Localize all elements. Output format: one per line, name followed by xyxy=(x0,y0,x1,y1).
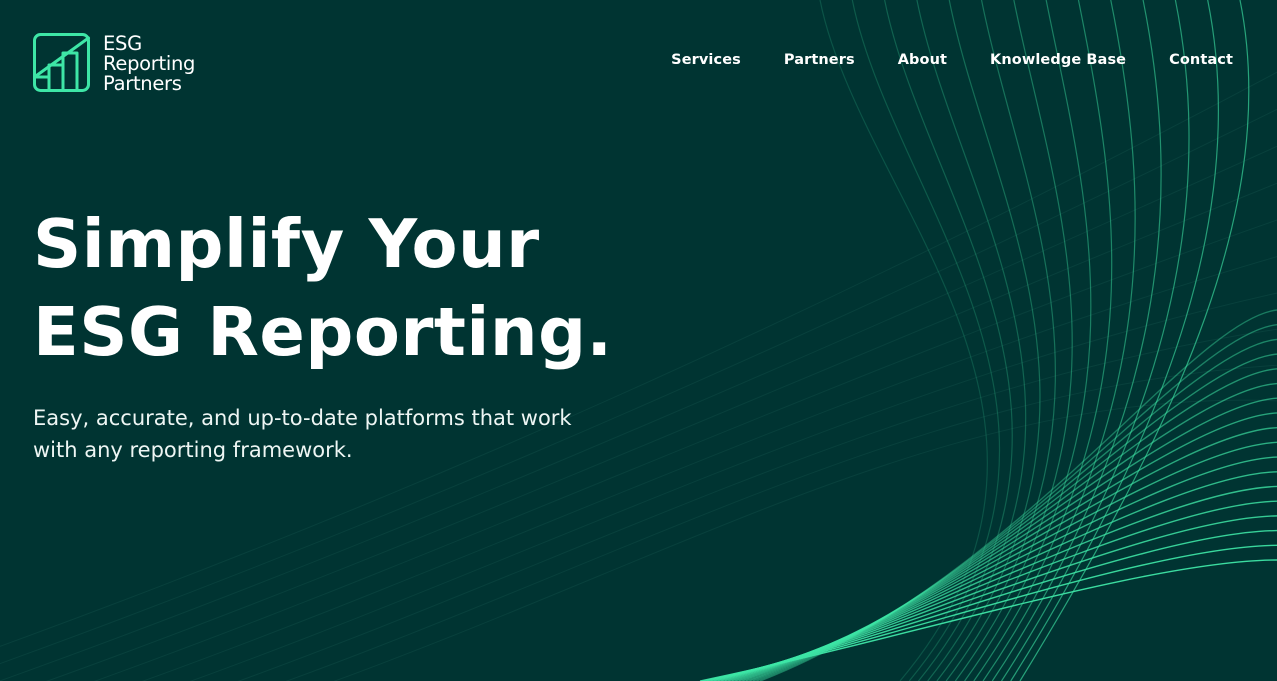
site-header: ESG Reporting Partners Services Partners… xyxy=(33,33,1233,97)
wave-line-sweep xyxy=(1010,0,1220,681)
brand-name: ESG Reporting Partners xyxy=(103,34,195,94)
hero-title: Simplify Your ESG Reporting. xyxy=(33,200,673,376)
nav-link-services[interactable]: Services xyxy=(671,52,741,68)
nav-link-partners[interactable]: Partners xyxy=(784,52,855,68)
nav-link-about[interactable]: About xyxy=(898,52,947,68)
nav-link-knowledge-base[interactable]: Knowledge Base xyxy=(990,52,1126,68)
brand-logo-link[interactable]: ESG Reporting Partners xyxy=(33,33,195,94)
page: ESG Reporting Partners Services Partners… xyxy=(0,0,1277,681)
brand-name-line-3: Partners xyxy=(103,72,182,95)
wave-line-bright xyxy=(742,382,1277,681)
hero-subtitle: Easy, accurate, and up-to-date platforms… xyxy=(33,406,572,462)
hero-title-line-1: Simplify Your xyxy=(33,205,540,283)
hero-section: Simplify Your ESG Reporting. Easy, accur… xyxy=(33,200,673,466)
wave-line-sweep xyxy=(973,0,1113,681)
wave-line-bright xyxy=(728,441,1277,681)
hero-title-line-2: ESG Reporting. xyxy=(33,293,613,371)
nav-link-contact[interactable]: Contact xyxy=(1169,52,1233,68)
esg-logo-icon xyxy=(33,33,90,92)
brand-name-line-2: Reporting xyxy=(103,52,196,75)
main-navigation: Services Partners About Knowledge Base C… xyxy=(671,52,1233,68)
wave-line-bright xyxy=(738,397,1277,681)
brand-name-line-1: ESG xyxy=(103,32,142,55)
wave-line-sweep xyxy=(982,0,1136,681)
